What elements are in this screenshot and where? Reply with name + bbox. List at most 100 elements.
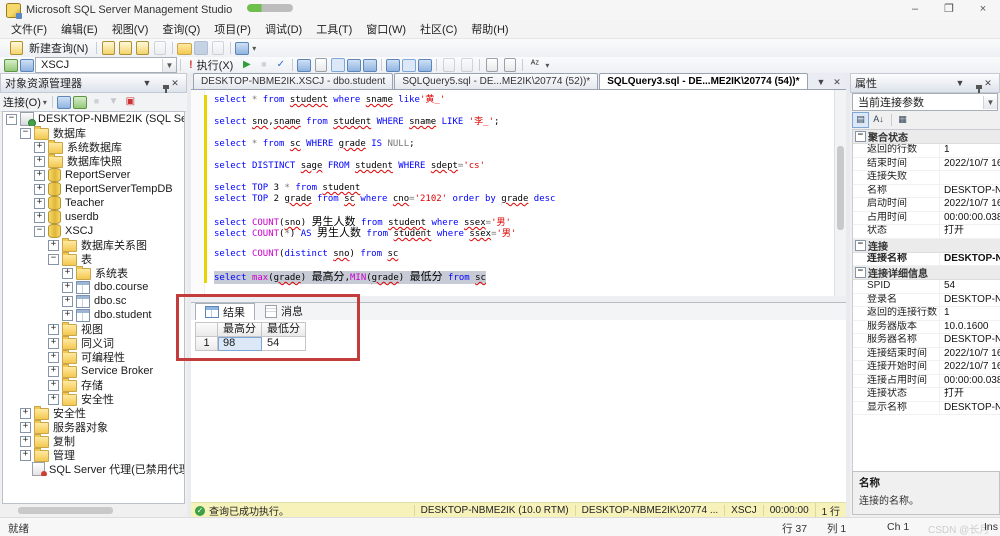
expand-icon[interactable]: + (62, 268, 73, 279)
new-query-button[interactable]: 新建查询(N) (3, 39, 93, 57)
tree-row[interactable]: +服务器对象 (3, 420, 184, 434)
expand-icon[interactable]: + (34, 170, 45, 181)
database-combo[interactable]: XSCJ ▼ (35, 57, 177, 73)
save-icon[interactable] (194, 41, 208, 55)
expand-icon[interactable]: + (62, 296, 73, 307)
expand-icon[interactable]: + (20, 422, 31, 433)
object-explorer-header[interactable]: 对象资源管理器 ▼ ✕ (0, 73, 187, 93)
results-to-file-icon[interactable] (418, 59, 432, 72)
property-row[interactable]: 连接失败 (853, 171, 1000, 185)
document-tab[interactable]: SQLQuery5.sql - DE...ME2IK\20774 (52))* (394, 73, 598, 89)
menu-item[interactable]: 编辑(E) (54, 19, 105, 39)
tree-row[interactable]: +安全性 (3, 406, 184, 420)
minimize-button[interactable]: – (898, 0, 932, 20)
results-to-text-icon[interactable] (386, 59, 400, 72)
collapse-icon[interactable]: − (855, 240, 866, 251)
property-row[interactable]: 服务器名称DESKTOP-NBME2IK (853, 334, 1000, 348)
tree-row[interactable]: +userdb (3, 210, 184, 224)
property-row[interactable]: 连接开始时间2022/10/7 16:12:10 (853, 361, 1000, 375)
toolbar-overflow-chevron[interactable]: ▾ (252, 44, 256, 53)
grid-row-header[interactable]: 1 (195, 337, 218, 351)
tree-row[interactable]: +dbo.student (3, 308, 184, 322)
tree-row[interactable]: −表 (3, 252, 184, 266)
uncomment-icon[interactable] (461, 58, 473, 72)
horizontal-scrollbar[interactable] (2, 505, 185, 516)
filter-icon[interactable]: ▼ (106, 95, 121, 109)
tree-row[interactable]: +dbo.sc (3, 294, 184, 308)
tree-row[interactable]: +可编程性 (3, 350, 184, 364)
window-position-icon[interactable]: ▼ (953, 76, 967, 90)
menu-item[interactable]: 视图(V) (105, 19, 156, 39)
expand-icon[interactable]: + (20, 436, 31, 447)
expand-icon[interactable]: + (34, 156, 45, 167)
activity-monitor-icon[interactable] (235, 42, 249, 55)
tree-row[interactable]: +ReportServer (3, 168, 184, 182)
comment-icon[interactable] (443, 58, 455, 72)
scrollbar-thumb[interactable] (837, 146, 844, 230)
change-connection-icon[interactable] (20, 59, 34, 72)
indent-icon[interactable] (486, 58, 498, 72)
menu-item[interactable]: 社区(C) (413, 19, 464, 39)
vertical-scrollbar[interactable] (834, 90, 846, 296)
tree-row[interactable]: +同义词 (3, 336, 184, 350)
property-row[interactable]: 连接结束时间2022/10/7 16:12:10 (853, 348, 1000, 362)
save-all-icon[interactable] (212, 41, 224, 55)
expand-icon[interactable]: + (48, 240, 59, 251)
refresh-icon[interactable] (73, 96, 87, 109)
expand-icon[interactable]: + (34, 142, 45, 153)
menu-item[interactable]: 调试(D) (258, 19, 309, 39)
new-file-icon[interactable] (154, 41, 166, 55)
expand-icon[interactable]: + (34, 198, 45, 209)
close-icon[interactable]: ✕ (168, 76, 182, 90)
tree-row[interactable]: +管理 (3, 448, 184, 462)
expand-icon[interactable]: + (48, 352, 59, 363)
stop-icon[interactable]: ■ (89, 95, 104, 109)
specify-template-icon[interactable] (331, 58, 345, 72)
property-category[interactable]: −聚合状态 (853, 130, 1000, 144)
execute-button[interactable]: ! 执行(X) (184, 56, 238, 74)
new-mdx-query-icon[interactable] (136, 41, 149, 55)
connect-menu-button[interactable]: 连接(O) (3, 94, 41, 110)
property-row[interactable]: 服务器版本10.0.1600 (853, 321, 1000, 335)
collapse-icon[interactable]: − (20, 128, 31, 139)
expand-icon[interactable]: + (62, 282, 73, 293)
expand-icon[interactable]: + (34, 212, 45, 223)
new-analysis-query-icon[interactable] (119, 41, 132, 55)
intellisense-icon[interactable]: ᴬᶻ (527, 58, 542, 72)
property-row[interactable]: 结束时间2022/10/7 16:12:10 (853, 158, 1000, 172)
menu-item[interactable]: 项目(P) (207, 19, 258, 39)
tree-row[interactable]: +系统表 (3, 266, 184, 280)
collapse-icon[interactable]: − (855, 267, 866, 278)
close-document-icon[interactable]: ✕ (830, 75, 844, 89)
tree-row[interactable]: +复制 (3, 434, 184, 448)
property-row[interactable]: 显示名称DESKTOP-NBME2IK (853, 402, 1000, 416)
tree-row[interactable]: SQL Server 代理(已禁用代理 XP) (3, 462, 184, 476)
grid-corner-cell[interactable] (195, 322, 218, 337)
tree-row[interactable]: −数据库 (3, 126, 184, 140)
tree-row[interactable]: +存储 (3, 378, 184, 392)
expand-icon[interactable]: + (48, 338, 59, 349)
tab-list-chevron-icon[interactable]: ▼ (814, 75, 828, 89)
menu-item[interactable]: 工具(T) (309, 19, 359, 39)
property-row[interactable]: SPID54 (853, 280, 1000, 294)
expand-icon[interactable]: + (48, 394, 59, 405)
property-category[interactable]: −连接 (853, 239, 1000, 253)
client-statistics-icon[interactable] (363, 59, 377, 72)
tree-row[interactable]: +数据库关系图 (3, 238, 184, 252)
tree-row[interactable]: +ReportServerTempDB (3, 182, 184, 196)
property-row[interactable]: 连接占用时间00:00:00.038 (853, 375, 1000, 389)
expand-icon[interactable]: + (34, 184, 45, 195)
tab-results[interactable]: 结果 (195, 303, 255, 320)
property-row[interactable]: 登录名DESKTOP-NBME2IK (853, 294, 1000, 308)
grid-row[interactable]: 19854 (195, 337, 306, 351)
property-row[interactable]: 连接状态打开 (853, 388, 1000, 402)
menu-item[interactable]: 帮助(H) (464, 19, 515, 39)
parse-icon[interactable]: ✓ (273, 58, 288, 72)
tree-row[interactable]: +dbo.course (3, 280, 184, 294)
results-to-grid-icon[interactable] (402, 59, 416, 72)
expand-icon[interactable]: + (48, 324, 59, 335)
tree-row[interactable]: +安全性 (3, 392, 184, 406)
estimated-plan-icon[interactable] (297, 59, 311, 72)
window-position-icon[interactable]: ▼ (140, 76, 154, 90)
grid-cell[interactable]: 98 (218, 337, 262, 351)
